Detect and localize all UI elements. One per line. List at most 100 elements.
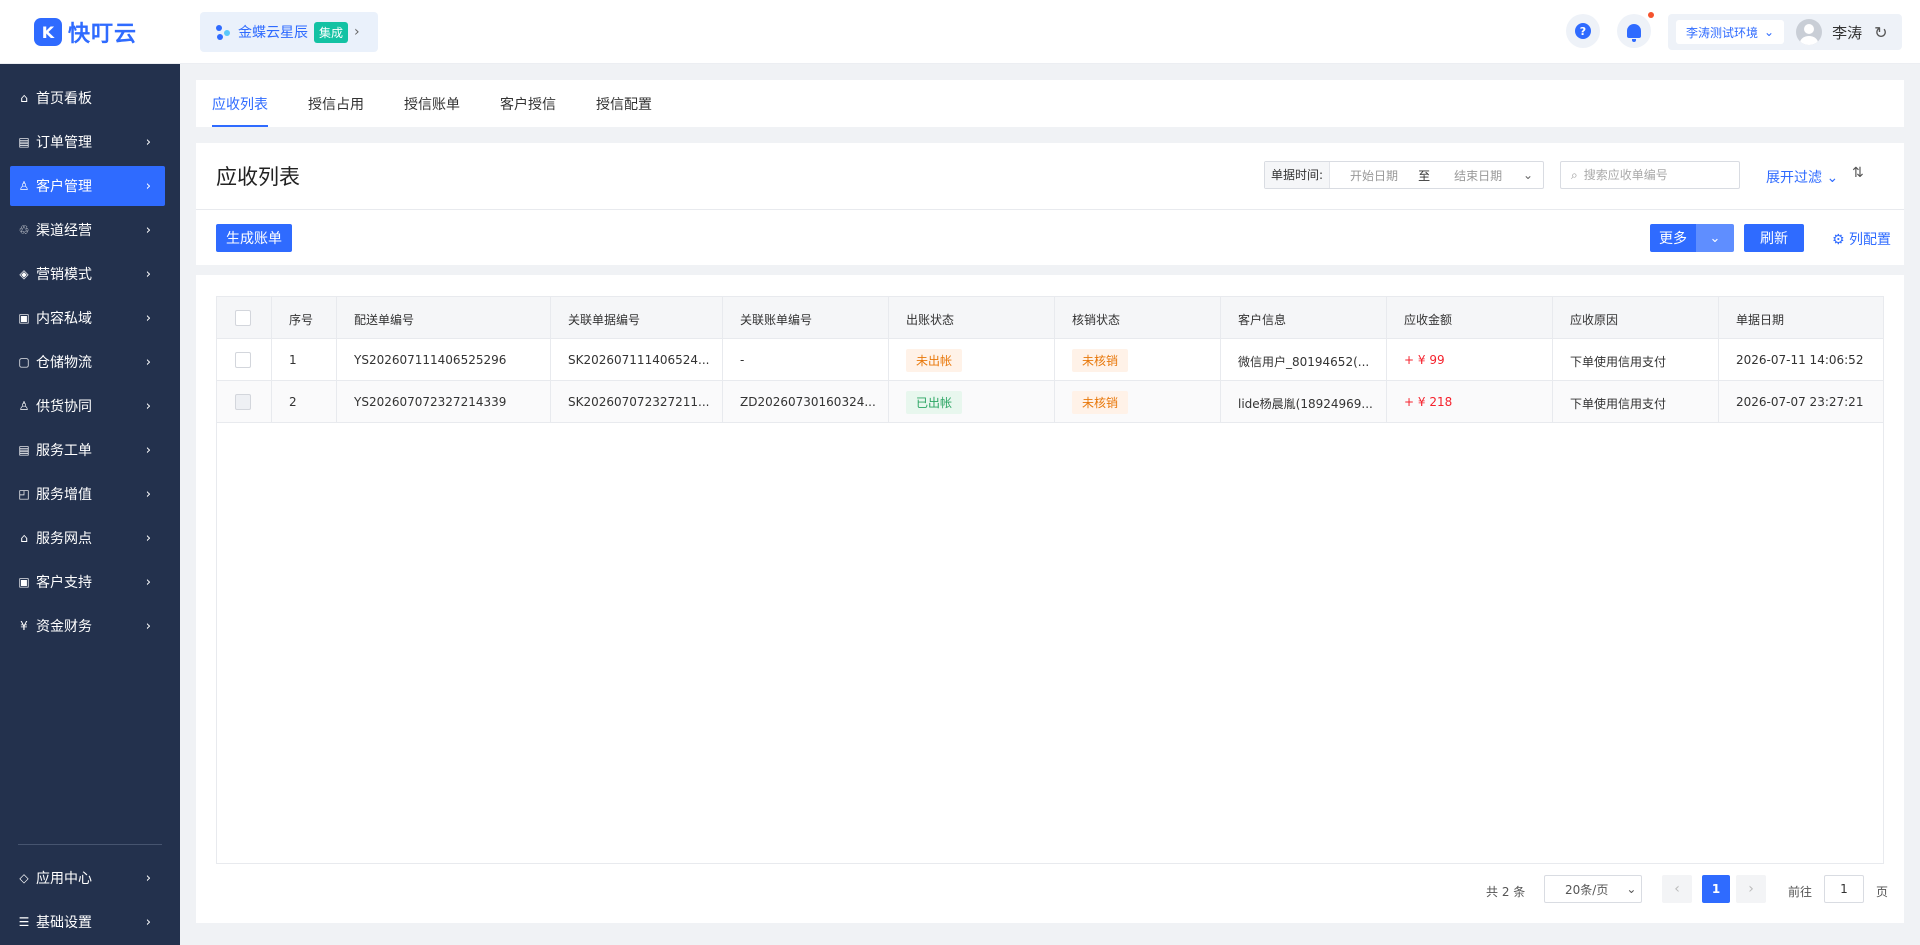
column-header: 关联单据编号	[568, 313, 641, 327]
chevron-right-icon: ›	[145, 574, 151, 590]
column-header: 应收金额	[1404, 313, 1453, 327]
column-header: 应收原因	[1570, 313, 1619, 327]
tab-credit-config[interactable]: 授信配置	[596, 94, 652, 127]
top-bar: K 快叮云 金蝶云星辰 集成 › ? 李涛测试环境 ⌄ 李涛 ↻	[0, 0, 1920, 64]
user-name[interactable]: 李涛	[1832, 22, 1862, 43]
sidebar-item-label: 订单管理	[36, 135, 92, 151]
expand-filter-button[interactable]: 展开过滤 ⌄	[1766, 167, 1838, 187]
row-index: 1	[289, 353, 297, 367]
help-icon: ?	[1575, 23, 1591, 39]
table-row[interactable]: 1 YS202607111406525296 SK202607111406524…	[217, 339, 1883, 381]
sidebar-item[interactable]: ▤ 服务工单 ›	[10, 430, 165, 470]
sidebar-item[interactable]: ⌂ 首页看板	[10, 78, 165, 118]
sort-icon[interactable]: ⇅	[1852, 165, 1864, 181]
avatar[interactable]	[1796, 19, 1823, 45]
more-button[interactable]: 更多	[1650, 224, 1696, 252]
user-area: 李涛测试环境 ⌄ 李涛 ↻	[1668, 14, 1902, 50]
search-icon: ⌕	[1571, 167, 1578, 182]
sidebar-item-label: 客户支持	[36, 575, 92, 591]
sidebar-item[interactable]: ♙ 客户管理 ›	[10, 166, 165, 206]
sidebar-item[interactable]: ☰ 基础设置 ›	[10, 902, 165, 942]
table-panel: 序号 配送单编号 关联单据编号 关联账单编号 出账状态 核销状态 客户信息 应收…	[196, 275, 1904, 923]
sidebar-item-label: 服务增值	[36, 487, 92, 503]
chevron-right-icon: ›	[145, 442, 151, 458]
date-range-separator: 至	[1418, 168, 1431, 183]
sidebar-divider	[18, 844, 162, 845]
column-header: 客户信息	[1238, 313, 1287, 327]
date-end-field[interactable]: 结束日期	[1454, 167, 1502, 184]
table-row[interactable]: 2 YS202607072327214339 SK202607072327211…	[217, 381, 1883, 423]
environment-select[interactable]: 李涛测试环境 ⌄	[1676, 20, 1785, 44]
select-all-checkbox[interactable]	[235, 310, 251, 326]
integration-logo-icon	[214, 23, 232, 41]
user-icon: ♙	[18, 179, 30, 193]
supply-icon: ♙	[18, 399, 30, 413]
page-size-select[interactable]: 20条/页 ⌄	[1544, 875, 1642, 903]
finance-icon: ¥	[20, 619, 28, 633]
chevron-right-icon: ›	[145, 222, 151, 238]
sidebar-item[interactable]: ◈ 营销模式 ›	[10, 254, 165, 294]
generate-bill-button[interactable]: 生成账单	[216, 224, 292, 252]
row-checkbox[interactable]	[235, 352, 251, 368]
related-doc-no[interactable]: SK202607072327211...	[568, 395, 709, 409]
sidebar-item[interactable]: ¥ 资金财务 ›	[10, 606, 165, 646]
chevron-right-icon: ›	[354, 24, 360, 40]
refresh-button[interactable]: 刷新	[1744, 224, 1804, 252]
sidebar-item[interactable]: ◰ 服务增值 ›	[10, 474, 165, 514]
date-range-picker[interactable]: 单据时间: 开始日期 至 结束日期 ⌄	[1264, 161, 1544, 189]
sidebar-item[interactable]: ♲ 渠道经营 ›	[10, 210, 165, 250]
chevron-right-icon: ›	[145, 486, 151, 502]
integration-badge[interactable]: 金蝶云星辰 集成 ›	[200, 12, 378, 52]
more-dropdown-button[interactable]: ⌄	[1696, 224, 1734, 252]
writeoff-status-badge: 未核销	[1072, 349, 1129, 372]
sidebar-item[interactable]: ▣ 客户支持 ›	[10, 562, 165, 602]
page-number[interactable]: 1	[1702, 875, 1730, 903]
sidebar-item[interactable]: ▣ 内容私域 ›	[10, 298, 165, 338]
sidebar-item-label: 渠道经营	[36, 223, 92, 239]
app-logo[interactable]: K 快叮云	[34, 16, 137, 48]
next-page-button[interactable]: ›	[1736, 875, 1766, 903]
sidebar-item-label: 客户管理	[36, 179, 92, 195]
related-bill-no[interactable]: ZD20260730160324...	[740, 395, 890, 409]
search-input[interactable]	[1583, 168, 1724, 182]
column-header: 出账状态	[906, 313, 955, 327]
chevron-right-icon: ›	[145, 354, 151, 370]
bell-icon	[1627, 24, 1641, 42]
chevron-down-icon: ⌄	[1626, 882, 1637, 896]
column-divider	[1386, 297, 1387, 423]
tab-credit-usage[interactable]: 授信占用	[308, 94, 364, 127]
receivable-amount: + ¥ 218	[1404, 395, 1453, 409]
sidebar-item[interactable]: ▤ 订单管理 ›	[10, 122, 165, 162]
chevron-right-icon: ›	[145, 310, 151, 326]
column-header: 配送单编号	[354, 313, 415, 327]
date-start-field[interactable]: 开始日期	[1350, 167, 1398, 184]
tab-customer-credit[interactable]: 客户授信	[500, 94, 556, 127]
warehouse-icon: ▢	[18, 355, 30, 369]
column-config-button[interactable]: ⚙ 列配置	[1832, 229, 1891, 249]
chevron-right-icon: ›	[145, 398, 151, 414]
goto-page-input[interactable]	[1824, 875, 1864, 903]
sidebar-item[interactable]: ♙ 供货协同 ›	[10, 386, 165, 426]
receivable-reason: 下单使用信用支付	[1570, 397, 1667, 411]
sidebar-item-label: 供货协同	[36, 399, 92, 415]
column-header: 序号	[289, 313, 314, 327]
sidebar-item[interactable]: ⌂ 服务网点 ›	[10, 518, 165, 558]
notification-button[interactable]	[1617, 14, 1651, 48]
column-divider	[336, 297, 337, 423]
related-doc-no[interactable]: SK202607111406524...	[568, 353, 709, 367]
tab-receivable-list[interactable]: 应收列表	[212, 94, 268, 127]
row-checkbox[interactable]	[235, 394, 251, 410]
gear-icon: ⚙	[1832, 232, 1850, 248]
sidebar-item[interactable]: ◇ 应用中心 ›	[10, 858, 165, 898]
tab-credit-bill[interactable]: 授信账单	[404, 94, 460, 127]
sidebar-item-label: 营销模式	[36, 267, 92, 283]
column-header: 关联账单编号	[740, 313, 813, 327]
sidebar-item[interactable]: ▢ 仓储物流 ›	[10, 342, 165, 382]
delivery-no: YS202607111406525296	[354, 353, 507, 367]
prev-page-button[interactable]: ‹	[1662, 875, 1692, 903]
help-button[interactable]: ?	[1566, 14, 1600, 48]
refresh-icon[interactable]: ↻	[1874, 23, 1887, 42]
search-box: ⌕	[1560, 161, 1740, 189]
writeoff-status-badge: 未核销	[1072, 391, 1129, 414]
ticket-icon: ▤	[18, 443, 30, 457]
